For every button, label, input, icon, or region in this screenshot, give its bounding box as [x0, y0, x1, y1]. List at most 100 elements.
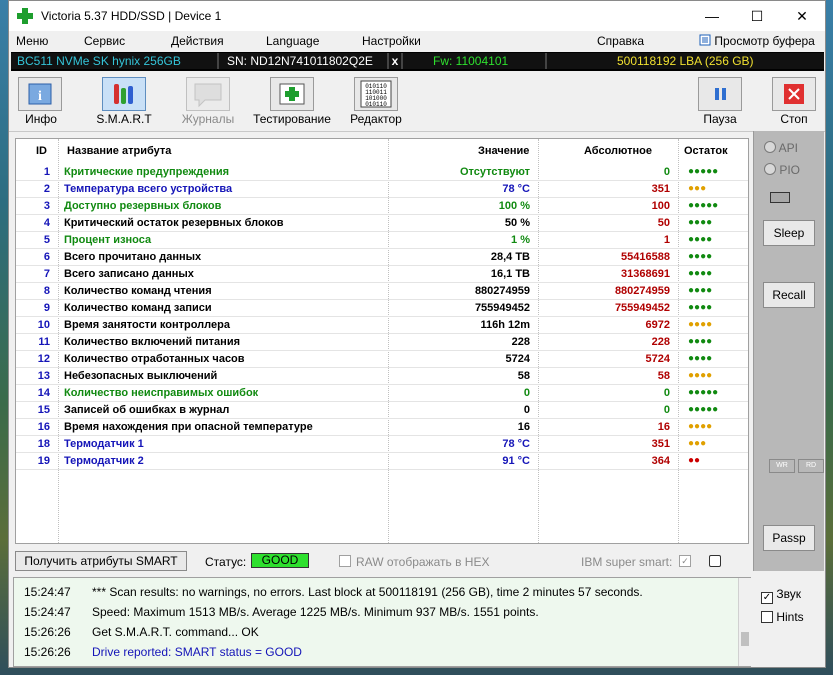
menu-item-service[interactable]: Сервис: [84, 34, 125, 48]
passp-button[interactable]: Passp: [763, 525, 815, 551]
attr-name: Термодатчик 1: [64, 438, 144, 450]
raw-hex-checkbox[interactable]: [339, 555, 351, 567]
attr-name: Критический остаток резервных блоков: [64, 217, 284, 229]
attr-value: 100 %: [498, 200, 530, 212]
table-row[interactable]: 3 Доступно резервных блоков 100 % 100 ●●●●●: [16, 198, 748, 215]
attr-value: 78 °C: [502, 183, 530, 195]
table-row[interactable]: 16 Время нахождения при опасной температу…: [16, 419, 748, 436]
hints-option[interactable]: Hints: [761, 610, 804, 624]
table-row[interactable]: 10 Время занятости контроллера 116h 12m 697…: [16, 317, 748, 334]
log-scrollbar-thumb[interactable]: [741, 632, 749, 646]
header-rest[interactable]: Остаток: [684, 145, 728, 157]
get-smart-attributes-button[interactable]: Получить атрибуты SMART: [15, 551, 187, 571]
attr-value: 16,1 TB: [490, 268, 530, 280]
attr-value: 228: [511, 336, 530, 348]
table-row[interactable]: 15 Записей об ошибках в журнал 0 0 ●●●●●: [16, 402, 748, 419]
table-row[interactable]: 18 Термодатчик 1 78 °C 351 ●●●: [16, 436, 748, 453]
maximize-button[interactable]: ☐: [734, 1, 780, 31]
attr-value: 5724: [505, 353, 530, 365]
logs-label: Журналы: [181, 112, 235, 126]
attr-absolute: 16: [657, 421, 670, 433]
table-row[interactable]: 19 Термодатчик 2 91 °C 364 ●●: [16, 453, 748, 470]
log-message: *** Scan results: no warnings, no errors…: [92, 585, 643, 599]
attr-value: 1 %: [511, 234, 530, 246]
attr-absolute: 58: [657, 370, 670, 382]
attr-name: Всего записано данных: [64, 268, 194, 280]
radio-icon: [764, 163, 776, 175]
table-row[interactable]: 13 Небезопасных выключений 58 58 ●●●●: [16, 368, 748, 385]
svg-text:i: i: [38, 89, 42, 104]
stop-button[interactable]: [772, 77, 816, 111]
minimize-button[interactable]: —: [689, 1, 735, 31]
attr-value: 880274959: [474, 285, 530, 297]
table-row[interactable]: 8 Количество команд чтения 880274959 880274…: [16, 283, 748, 300]
info-label: Инфо: [25, 112, 57, 126]
menu-item-settings[interactable]: Настройки: [362, 34, 421, 48]
table-row[interactable]: 4 Критический остаток резервных блоков 50 …: [16, 215, 748, 232]
eject-device-button[interactable]: x: [389, 53, 403, 69]
ibm-super-smart-checkbox[interactable]: ✓: [679, 555, 691, 567]
attr-id: 19: [37, 455, 50, 467]
attr-name: Термодатчик 2: [64, 455, 144, 467]
rd-indicator: RD: [798, 459, 824, 473]
table-row[interactable]: 1 Критические предупреждения Отсутствуют 0 ●…: [16, 164, 748, 181]
attr-name: Количество неисправимых ошибок: [64, 387, 259, 399]
attr-value: 16: [517, 421, 530, 433]
header-absolute[interactable]: Абсолютное: [584, 145, 652, 157]
attr-rest: ●●●●●: [688, 387, 719, 398]
attr-id: 14: [37, 387, 50, 399]
info-icon: i: [28, 83, 52, 105]
attr-absolute: 55416588: [621, 251, 670, 263]
table-row[interactable]: 14 Количество неисправимых ошибок 0 0 ●●●●●: [16, 385, 748, 402]
table-row[interactable]: 11 Количество включений питания 228 228 ●●●●: [16, 334, 748, 351]
device-model[interactable]: BC511 NVMe SK hynix 256GB: [11, 53, 219, 69]
recall-button[interactable]: Recall: [763, 282, 815, 308]
log-scrollbar[interactable]: [738, 578, 751, 666]
attr-id: 12: [37, 353, 50, 365]
attr-name: Время занятости контроллера: [64, 319, 230, 331]
table-row[interactable]: 5 Процент износа 1 % 1 ●●●●: [16, 232, 748, 249]
attr-absolute: 755949452: [614, 302, 670, 314]
radio-icon: [764, 141, 776, 153]
svg-text:010110: 010110: [365, 101, 387, 108]
attr-value: 58: [517, 370, 530, 382]
menu-item-language[interactable]: Language: [266, 34, 319, 48]
hints-checkbox[interactable]: [761, 611, 773, 623]
menu-item-actions[interactable]: Действия: [171, 34, 224, 48]
table-row[interactable]: 9 Количество команд записи 755949452 755949…: [16, 300, 748, 317]
attr-value: 78 °C: [502, 438, 530, 450]
table-row[interactable]: 12 Количество отработанных часов 5724 5724 ●…: [16, 351, 748, 368]
api-radio[interactable]: API: [764, 141, 798, 155]
extra-toggle-checkbox[interactable]: [709, 555, 721, 567]
window-title: Victoria 5.37 HDD/SSD | Device 1: [41, 9, 222, 23]
buffer-view-label: Просмотр буфера: [714, 34, 815, 48]
smart-button[interactable]: [102, 77, 146, 111]
device-serial: SN: ND12N741011802Q2E: [219, 53, 389, 69]
sound-checkbox[interactable]: ✓: [761, 592, 773, 604]
editor-button[interactable]: 010110 110011 101000 010110: [354, 77, 398, 111]
header-value[interactable]: Значение: [478, 145, 529, 157]
attr-id: 7: [43, 268, 50, 280]
attr-rest: ●●●●: [688, 285, 713, 296]
info-button[interactable]: i: [18, 77, 62, 111]
testing-button[interactable]: [270, 77, 314, 111]
menu-item-help[interactable]: Справка: [597, 34, 644, 48]
buffer-view-item[interactable]: Просмотр буфера: [699, 34, 815, 48]
sound-option[interactable]: ✓ Звук: [761, 587, 801, 604]
header-name[interactable]: Название атрибута: [67, 145, 171, 157]
menu-item-menu[interactable]: Меню: [16, 34, 48, 48]
logs-button[interactable]: [186, 77, 230, 111]
close-window-button[interactable]: ✕: [779, 1, 825, 31]
table-row[interactable]: 2 Температура всего устройства 78 °C 351 ●●●: [16, 181, 748, 198]
header-id[interactable]: ID: [36, 145, 47, 157]
sleep-button[interactable]: Sleep: [763, 220, 815, 246]
table-row[interactable]: 7 Всего записано данных 16,1 TB 31368691 ●●●…: [16, 266, 748, 283]
pio-radio[interactable]: PIO: [764, 163, 800, 177]
pause-button[interactable]: [698, 77, 742, 111]
attr-value: 755949452: [474, 302, 530, 314]
attr-rest: ●●: [688, 455, 701, 466]
logs-speech-icon: [194, 83, 222, 108]
table-row[interactable]: 6 Всего прочитано данных 28,4 TB 55416588 ●●…: [16, 249, 748, 266]
attr-absolute: 1: [663, 234, 670, 246]
attr-absolute: 0: [663, 166, 670, 178]
